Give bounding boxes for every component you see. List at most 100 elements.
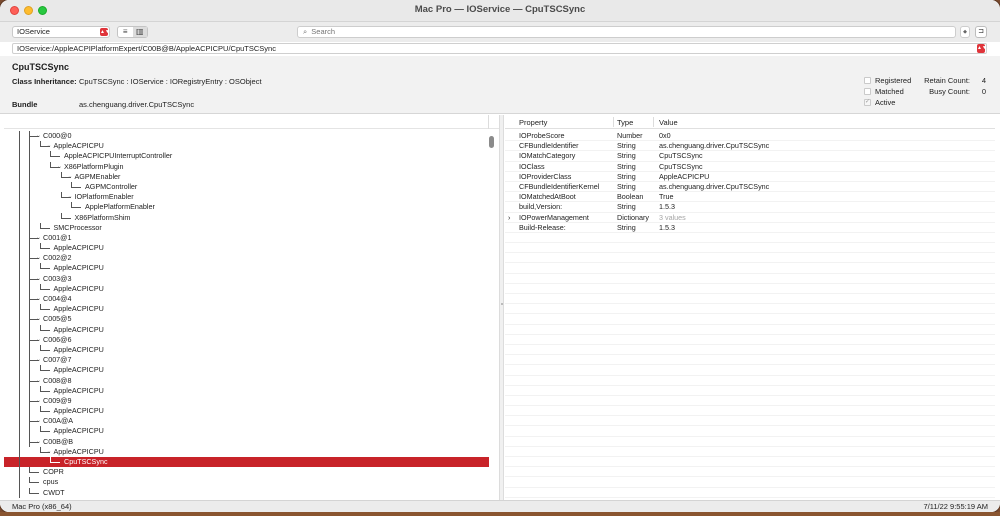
disclosure-chevron-icon[interactable]: ⌄ <box>47 447 52 457</box>
tree-row-selected[interactable]: CpuTSCSync <box>4 457 489 468</box>
disclosure-chevron-icon[interactable]: ⌄ <box>68 172 73 182</box>
disclosure-chevron-icon[interactable]: ⌄ <box>36 396 41 406</box>
column-header-property[interactable]: Property <box>519 118 547 127</box>
disclosure-chevron-icon[interactable]: ⌄ <box>36 314 41 324</box>
tree-row[interactable]: ⌄ C007@7 <box>4 355 489 365</box>
tree-row-label: AppleACPICPU <box>53 426 104 436</box>
path-field[interactable]: IOService:/AppleACPIPlatformExpert/C00B@… <box>12 43 987 54</box>
class-inheritance-value: CpuTSCSync : IOService : IORegistryEntry… <box>79 77 262 86</box>
property-value: 1.5.3 <box>659 202 675 212</box>
tree-row[interactable]: ⌄ X86PlatformPlugin <box>4 161 489 172</box>
disclosure-chevron-icon[interactable]: ⌄ <box>36 253 41 263</box>
tree-row[interactable]: ⌄ C006@6 <box>4 334 489 345</box>
tree-row[interactable]: SMCProcessor <box>4 222 489 233</box>
tree-row[interactable]: AppleACPICPU <box>4 385 489 396</box>
tree-connector <box>39 344 50 351</box>
tree-row[interactable]: AppleACPICPUInterruptController <box>4 151 489 161</box>
property-row[interactable]: › IOPowerManagement Dictionary 3 values <box>505 213 995 223</box>
grid-row-line <box>505 263 995 274</box>
inspector-toggle-button[interactable]: ⊐ <box>975 26 987 38</box>
property-row[interactable]: IOProviderClass String AppleACPICPU <box>505 172 995 182</box>
tree-scrollbar[interactable] <box>488 135 495 499</box>
tree-row[interactable]: AppleACPICPU <box>4 426 489 436</box>
tree-row[interactable]: ⌄ C005@5 <box>4 314 489 324</box>
window-title: Mac Pro — IOService — CpuTSCSync <box>414 4 586 15</box>
tree-row[interactable]: AppleACPICPU <box>4 263 489 273</box>
tree-connector <box>29 477 39 484</box>
property-value: 0x0 <box>659 131 671 140</box>
tree-connector <box>71 181 81 188</box>
property-property: IOClass <box>519 161 545 171</box>
grid-row-line <box>505 467 995 478</box>
tree-row[interactable]: ⌄ C00A@A <box>4 416 489 426</box>
tree-row[interactable]: ⌄ C008@8 <box>4 375 489 386</box>
property-row[interactable]: CFBundleIdentifierKernel String as.chengua… <box>505 182 995 192</box>
disclosure-chevron-icon[interactable]: ⌄ <box>36 233 41 243</box>
tree-row[interactable]: cpus <box>4 477 489 487</box>
tree-row[interactable]: ⌄ IOPlatformEnabler <box>4 192 489 202</box>
disclosure-chevron-icon[interactable]: ⌄ <box>36 355 41 365</box>
tree-row-label: AppleACPICPU <box>53 324 104 334</box>
disclosure-chevron-icon[interactable]: ⌄ <box>36 131 41 141</box>
tree-row[interactable]: ⌄ C003@3 <box>4 273 489 284</box>
tree-row[interactable]: AppleACPICPU <box>4 324 489 335</box>
disclosure-chevron-icon[interactable]: ⌄ <box>47 141 52 151</box>
tree-row[interactable]: AppleACPICPU <box>4 304 489 314</box>
columns-view-icon[interactable]: ▥ <box>132 27 147 37</box>
grid-row-line <box>505 314 995 325</box>
tree-row[interactable]: ⌄ AGPMEnabler <box>4 171 489 182</box>
retain-count-value: 4 <box>981 76 986 85</box>
tree-row[interactable]: AppleACPICPU <box>4 344 489 355</box>
tree-row[interactable]: ⌄ C000@0 <box>4 131 489 141</box>
property-row[interactable]: build,Version: String 1.5.3 <box>505 202 995 212</box>
disclosure-chevron-icon[interactable]: ⌄ <box>57 162 62 172</box>
tree-row[interactable]: ⌄ C002@2 <box>4 253 489 263</box>
column-header-value[interactable]: Value <box>659 118 678 127</box>
tree-row[interactable]: ⌄ C001@1 <box>4 232 489 243</box>
scroll-thumb[interactable] <box>489 136 494 148</box>
disclosure-chevron-icon[interactable]: ⌄ <box>68 192 73 202</box>
tree-row[interactable]: ⌄ C00B@B <box>4 436 489 447</box>
tree-row[interactable]: ⌄ AppleACPICPU <box>4 446 489 457</box>
disclosure-chevron-icon[interactable]: ⌄ <box>36 335 41 345</box>
tree-row[interactable]: AppleACPICPU <box>4 243 489 253</box>
property-row[interactable]: CFBundleIdentifier String as.chenguang.dri… <box>505 141 995 151</box>
disclosure-chevron-icon[interactable]: ⌄ <box>36 416 41 426</box>
property-row[interactable]: IOMatchCategory String CpuTSCSync <box>505 151 995 161</box>
tree-row[interactable]: AppleACPICPU <box>4 406 489 416</box>
expand-chevron-icon[interactable]: › <box>508 213 510 223</box>
pane-splitter[interactable] <box>499 115 504 500</box>
tree-row[interactable]: ⌄ C004@4 <box>4 294 489 304</box>
tree-row[interactable]: COPR <box>4 467 489 477</box>
tree-row[interactable]: AppleACPICPU <box>4 283 489 294</box>
disclosure-chevron-icon[interactable]: ⌄ <box>36 274 41 284</box>
path-arrows-icon[interactable]: ▲▼ <box>977 44 987 53</box>
disclosure-chevron-icon[interactable]: ⌄ <box>36 294 41 304</box>
plane-select[interactable]: IOService ▲▼ <box>12 26 110 38</box>
search-field[interactable]: ⌕ <box>297 26 956 38</box>
column-header-type[interactable]: Type <box>617 118 633 127</box>
search-stepper[interactable]: ◆ <box>960 26 970 38</box>
property-row[interactable]: IOMatchedAtBoot Boolean True <box>505 192 995 202</box>
property-property: Build-Release: <box>519 222 566 232</box>
property-property: build,Version: <box>519 202 563 212</box>
tree-row[interactable]: ⌄ AppleACPICPU <box>4 141 489 151</box>
search-input[interactable] <box>311 27 912 36</box>
property-row[interactable]: IOClass String CpuTSCSync <box>505 162 995 172</box>
grid-row-line <box>505 294 995 305</box>
registry-tree[interactable]: ⌄ C000@0 ⌄ AppleACPICPU AppleACPICPUInterrup… <box>4 115 499 500</box>
view-mode-control[interactable]: ≡ ▥ <box>117 26 148 38</box>
property-row[interactable]: Build-Release: String 1.5.3 <box>505 223 995 233</box>
tree-row[interactable]: CWDT <box>4 487 489 498</box>
tree-row[interactable]: AppleACPICPU <box>4 365 489 375</box>
properties-table[interactable]: Property Type Value IOProbeScore Number 0x… <box>505 115 995 500</box>
tree-row[interactable]: X86PlatformShim <box>4 212 489 223</box>
disclosure-chevron-icon[interactable]: ⌄ <box>36 376 41 386</box>
property-row[interactable]: IOProbeScore Number 0x0 <box>505 131 995 141</box>
tree-row[interactable]: ApplePlatformEnabler <box>4 202 489 212</box>
tree-row[interactable]: ⌄ C009@9 <box>4 395 489 406</box>
disclosure-chevron-icon[interactable]: ⌄ <box>36 437 41 447</box>
tree-row-label: ApplePlatformEnabler <box>85 202 155 212</box>
tree-row[interactable]: AGPMController <box>4 181 489 192</box>
list-view-icon[interactable]: ≡ <box>118 27 133 37</box>
